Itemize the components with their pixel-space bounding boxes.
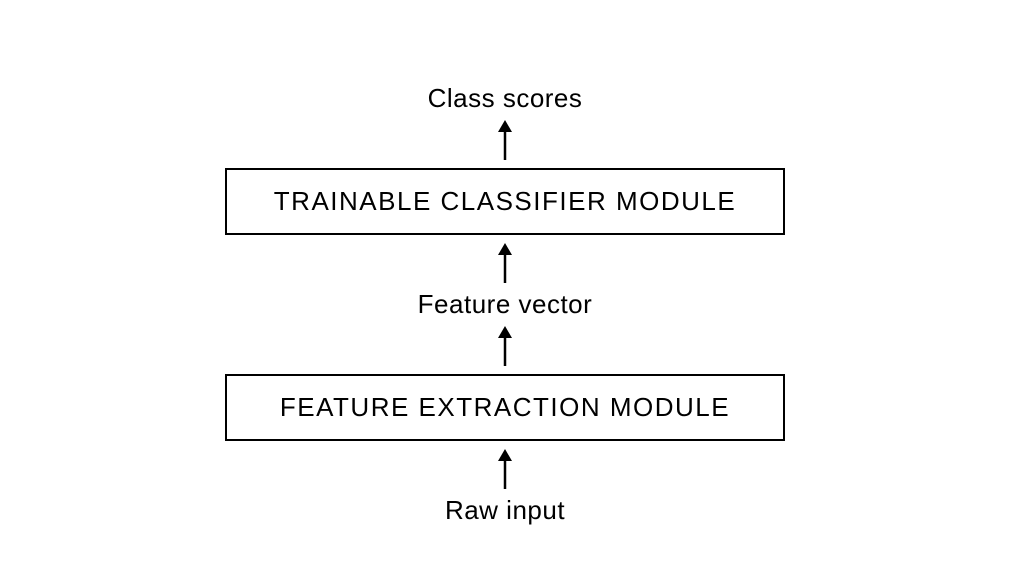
arrow-up-icon <box>495 120 515 160</box>
classifier-module-label: TRAINABLE CLASSIFIER MODULE <box>267 186 743 217</box>
input-label: Raw input <box>445 495 565 526</box>
pipeline-diagram: Class scores TRAINABLE CLASSIFIER MODULE… <box>225 79 785 530</box>
extraction-module-box: FEATURE EXTRACTION MODULE <box>225 374 785 441</box>
arrow-up-icon <box>495 326 515 366</box>
extraction-module-label: FEATURE EXTRACTION MODULE <box>267 392 743 423</box>
intermediate-label: Feature vector <box>418 289 593 320</box>
arrow-up-icon <box>495 243 515 283</box>
output-label: Class scores <box>428 83 583 114</box>
arrow-up-icon <box>495 449 515 489</box>
classifier-module-box: TRAINABLE CLASSIFIER MODULE <box>225 168 785 235</box>
